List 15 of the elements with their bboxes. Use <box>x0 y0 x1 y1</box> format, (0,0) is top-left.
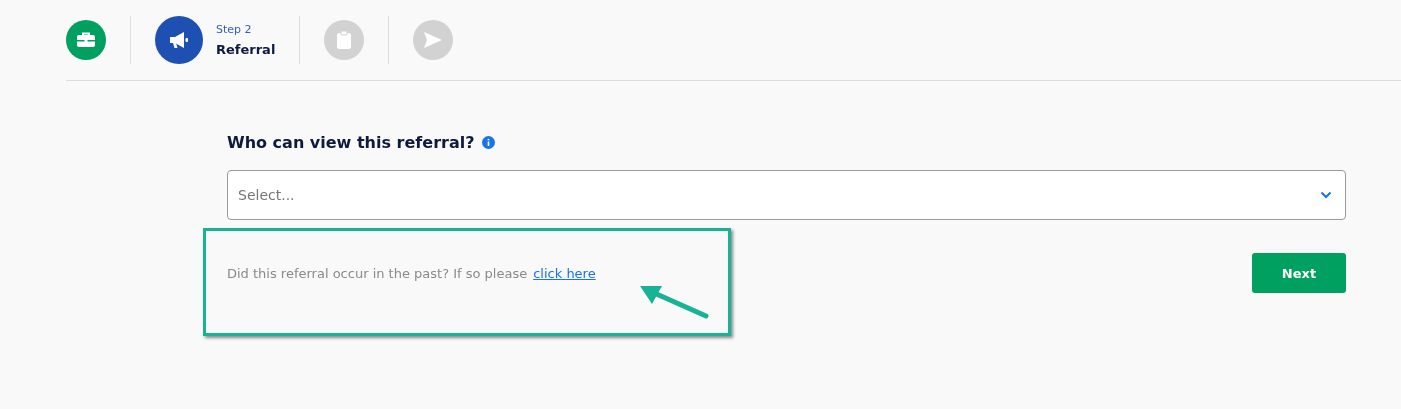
step-caption: Step 2 <box>216 23 253 36</box>
click-here-link[interactable]: click here <box>533 265 596 281</box>
chevron-down-icon <box>1320 191 1332 199</box>
megaphone-icon <box>169 31 189 49</box>
step-title: Referral <box>216 42 276 57</box>
past-referral-text: Did this referral occur in the past? If so please <box>227 265 528 281</box>
next-button[interactable]: Next <box>1252 253 1346 293</box>
step-circle[interactable] <box>66 20 106 60</box>
info-icon[interactable] <box>482 135 496 149</box>
field-label: Who can view this referral? <box>227 132 475 152</box>
step-circle[interactable] <box>155 16 203 64</box>
clipboard-icon <box>337 31 352 49</box>
select-field[interactable]: Select... <box>227 170 1346 220</box>
briefcase-icon <box>77 32 95 48</box>
send-icon <box>424 32 443 48</box>
